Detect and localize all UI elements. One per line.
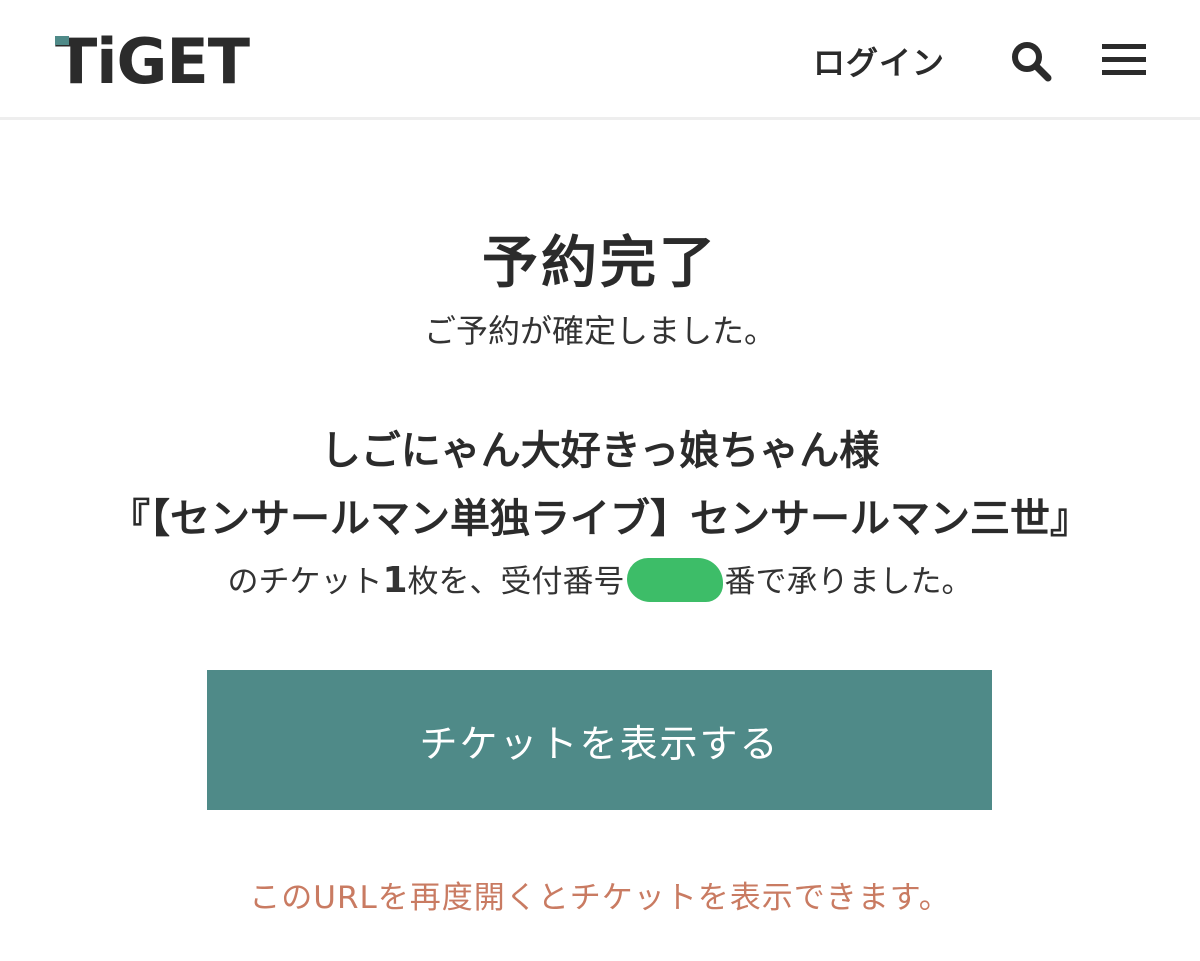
redacted-reception-number: [626, 558, 723, 602]
url-note: このURLを再度開くとチケットを表示できます。: [249, 880, 951, 916]
customer-name: しごにゃん大好きっ娘ちゃん様: [320, 428, 880, 474]
ticket-middle: 枚を、受付番号: [407, 564, 625, 600]
event-title: 『【センサールマン単独ライブ】センサールマン三世』: [110, 496, 1090, 542]
menu-button[interactable]: [1100, 40, 1148, 80]
logo-accent-mark: [55, 36, 69, 45]
hamburger-menu-icon: [1102, 44, 1146, 75]
page-title: 予約完了: [482, 231, 718, 296]
confirmation-message: ご予約が確定しました。: [423, 312, 776, 350]
ticket-suffix: 番で承りました。: [724, 564, 973, 600]
logo-text: TiGET: [55, 30, 250, 90]
search-icon: [1012, 42, 1052, 82]
show-ticket-button[interactable]: チケットを表示する: [207, 670, 992, 810]
ticket-count: 1: [382, 560, 408, 601]
header: TiGET ログイン: [0, 0, 1200, 120]
ticket-prefix: のチケット: [227, 564, 383, 600]
login-link[interactable]: ログイン: [813, 38, 945, 84]
tiget-logo[interactable]: TiGET: [55, 30, 255, 90]
search-button[interactable]: [1008, 38, 1054, 84]
ticket-summary: のチケット1枚を、受付番号 番で承りました。: [0, 556, 1200, 602]
